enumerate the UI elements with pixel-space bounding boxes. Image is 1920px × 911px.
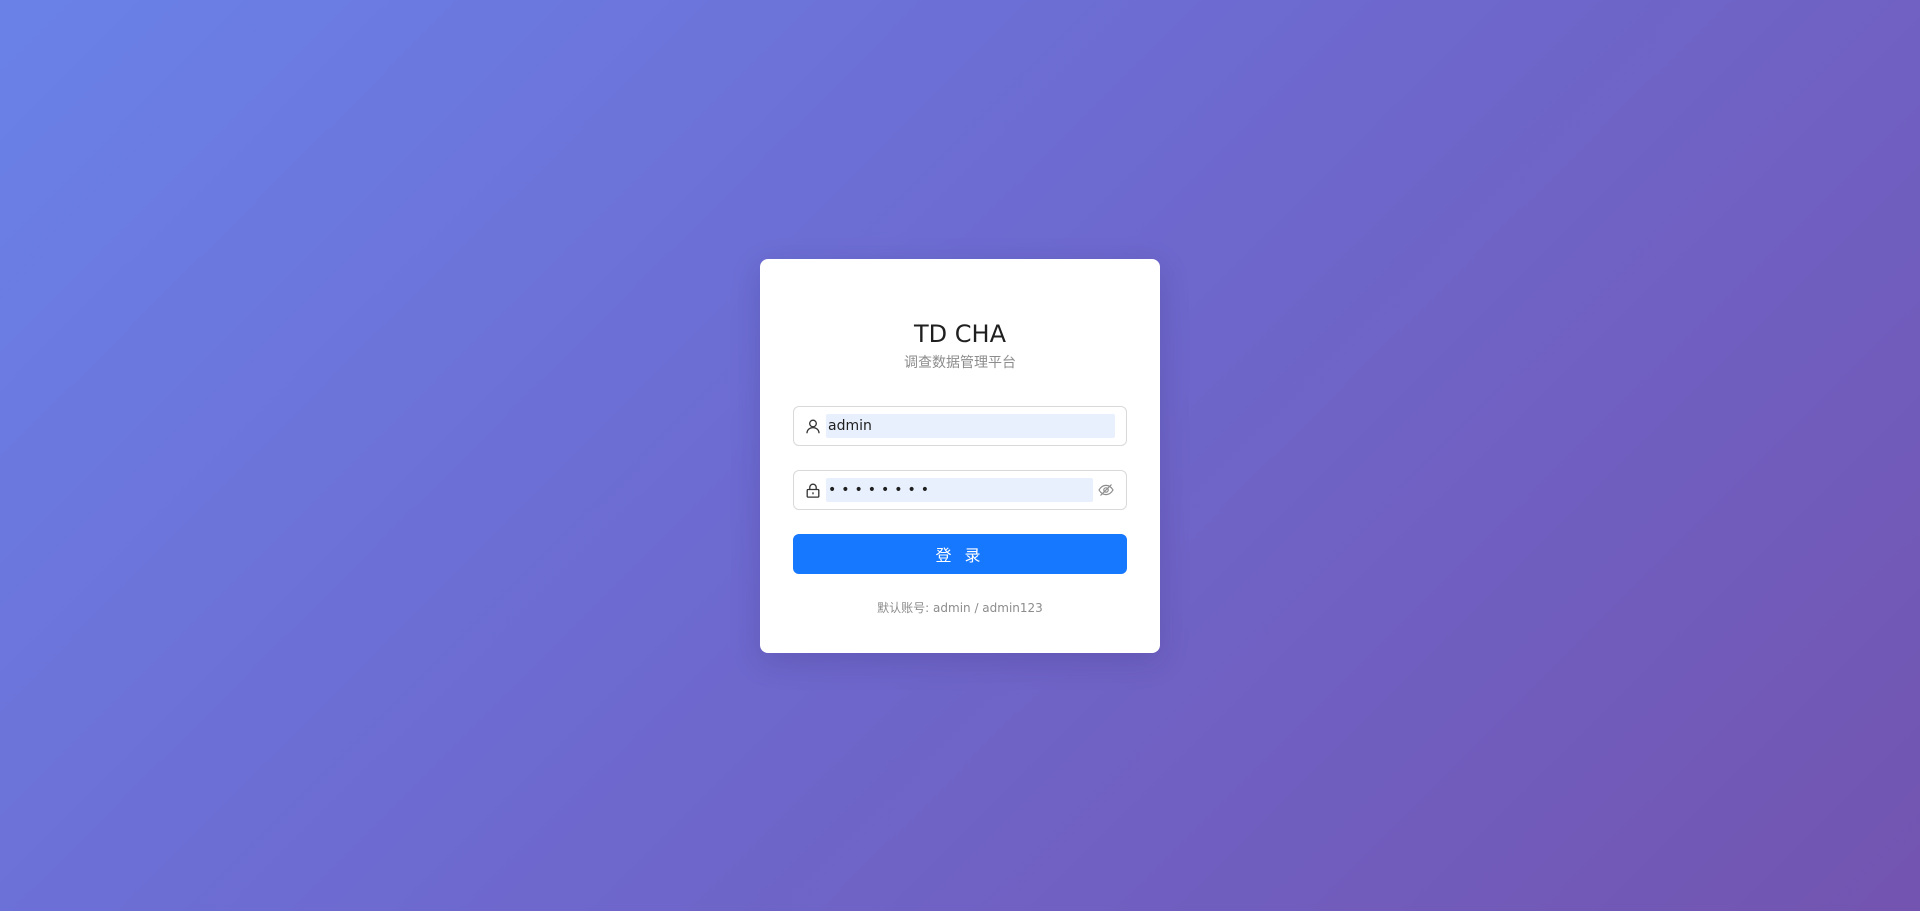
default-account-hint: 默认账号: admin / admin123: [877, 601, 1043, 615]
username-field[interactable]: [793, 406, 1127, 446]
app-title: TD CHA: [914, 320, 1006, 348]
eye-invisible-icon[interactable]: [1097, 481, 1115, 499]
username-input[interactable]: [826, 414, 1115, 438]
user-icon: [806, 418, 820, 434]
password-field[interactable]: [793, 470, 1127, 510]
lock-icon: [806, 482, 820, 498]
login-page: { "app": { "title": "TD CHA", "subtitle"…: [0, 0, 1920, 911]
login-card: TD CHA 调查数据管理平台 登 录 默认账号: [760, 259, 1160, 653]
password-input[interactable]: [826, 478, 1093, 502]
app-subtitle: 调查数据管理平台: [904, 355, 1016, 371]
login-button[interactable]: 登 录: [793, 534, 1127, 574]
